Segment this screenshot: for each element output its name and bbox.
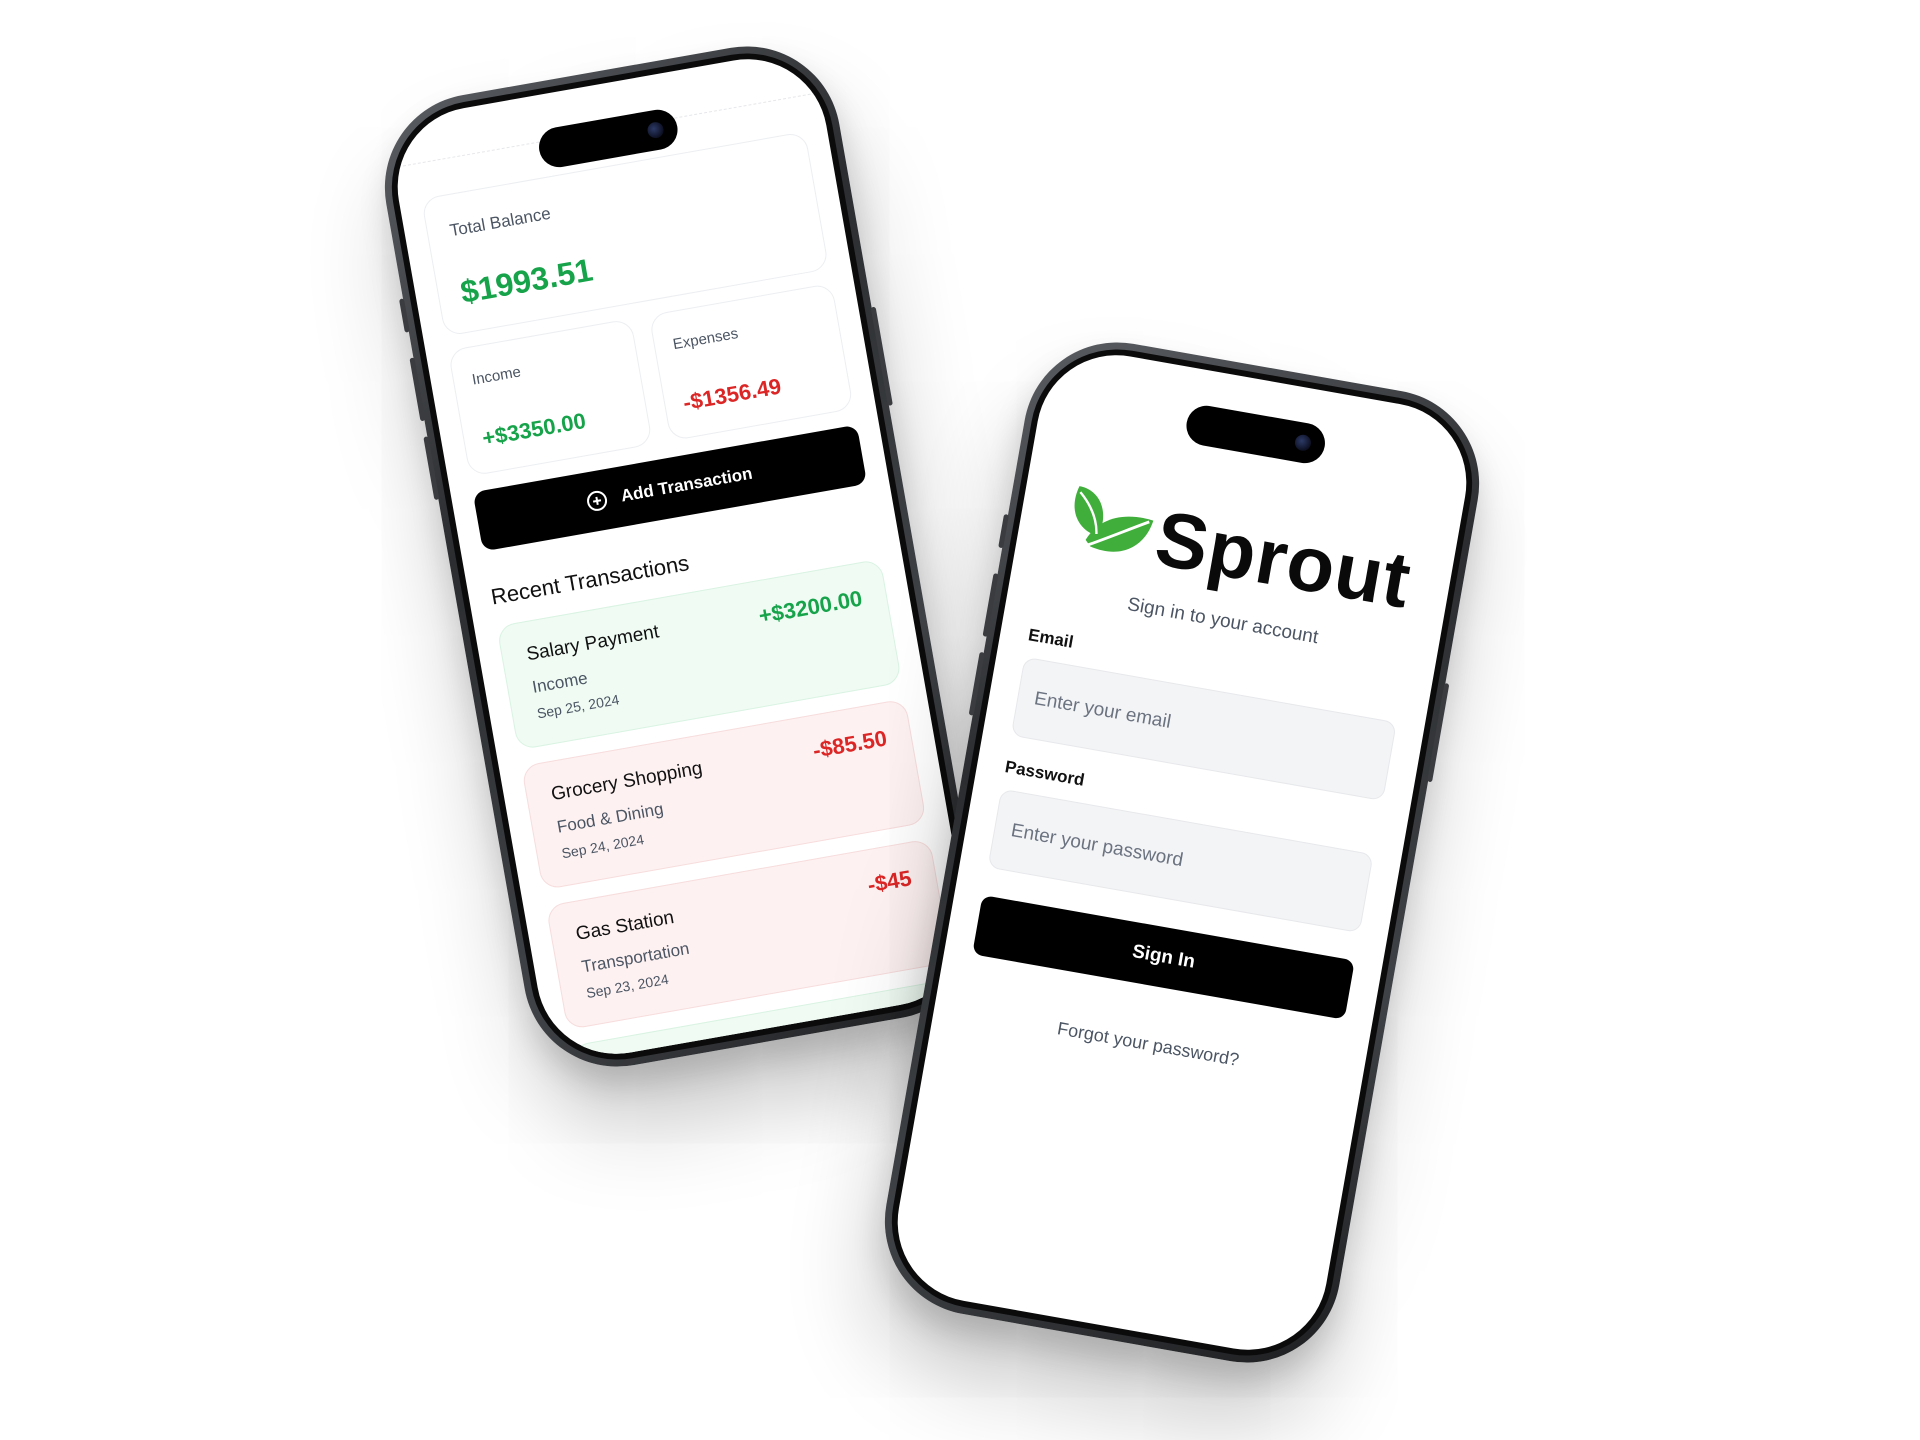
- phone-dashboard: Total Balance $1993.51 Income +$3350.00 …: [369, 31, 995, 1082]
- email-placeholder: Enter your email: [1032, 688, 1173, 733]
- action-button: [399, 298, 410, 333]
- transaction-amount: -$45: [865, 865, 914, 898]
- sign-in-label: Sign In: [1130, 941, 1197, 973]
- transaction-amount: -$85.50: [810, 725, 889, 763]
- leaf-icon: [1057, 486, 1154, 556]
- camera-lens: [1293, 433, 1313, 453]
- password-placeholder: Enter your password: [1009, 820, 1185, 872]
- login-screen: Sprout Sign in to your account Email Ent…: [885, 342, 1479, 1363]
- login-content: Sprout Sign in to your account Email Ent…: [885, 343, 1479, 1363]
- expenses-value: -$1356.49: [681, 373, 784, 416]
- dashboard-content: Total Balance $1993.51 Income +$3350.00 …: [385, 47, 979, 1067]
- phone-login: Sprout Sign in to your account Email Ent…: [869, 327, 1495, 1378]
- income-value: +$3350.00: [480, 407, 588, 451]
- expenses-card: Expenses -$1356.49: [648, 282, 854, 442]
- income-label: Income: [470, 363, 523, 389]
- action-button: [998, 513, 1010, 549]
- logo: Sprout: [1040, 464, 1431, 638]
- mockup-stage: Total Balance $1993.51 Income +$3350.00 …: [0, 0, 1920, 1440]
- forgot-password-link[interactable]: Forgot your password?: [960, 1001, 1336, 1087]
- income-card: Income +$3350.00: [447, 318, 654, 477]
- camera-lens: [646, 120, 665, 140]
- add-transaction-label: Add Transaction: [619, 463, 754, 506]
- expenses-label: Expenses: [671, 325, 740, 354]
- dashboard-screen: Total Balance $1993.51 Income +$3350.00 …: [385, 46, 979, 1067]
- plus-circle-icon: [585, 489, 610, 513]
